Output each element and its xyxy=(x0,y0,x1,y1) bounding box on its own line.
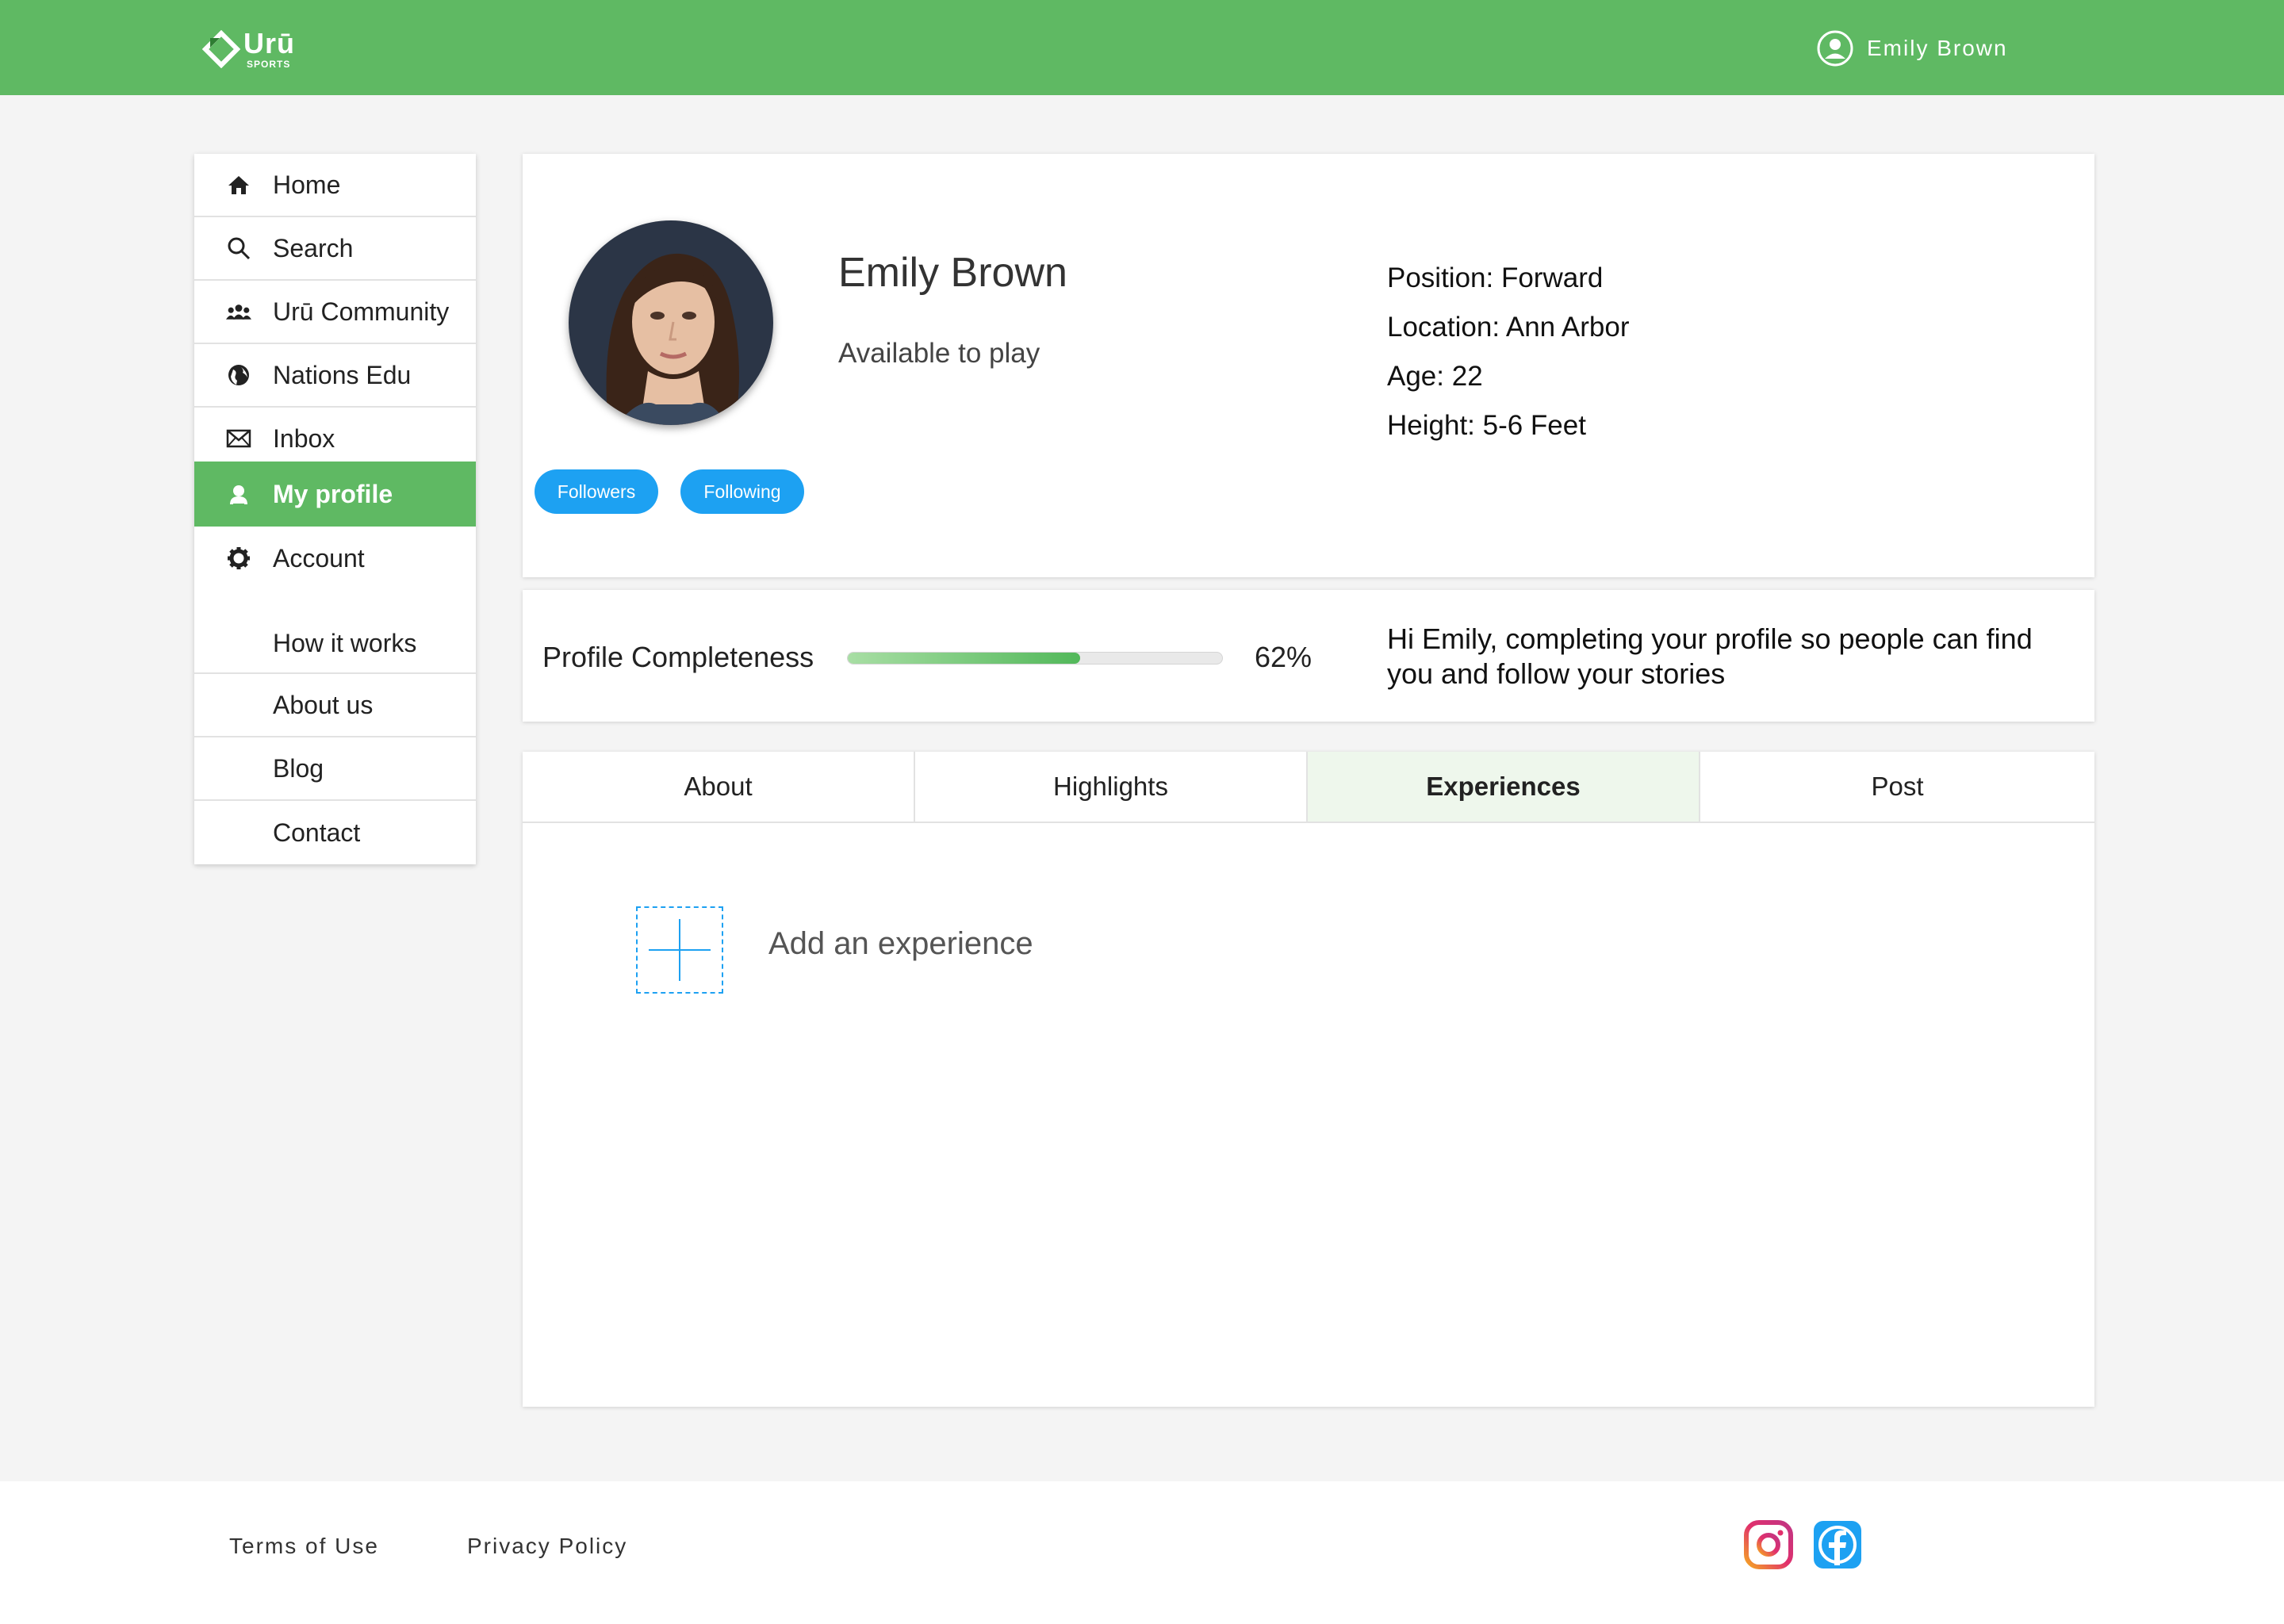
sidebar-item-label: Contact xyxy=(273,818,361,847)
sidebar-item-community[interactable]: Urū Community xyxy=(194,281,476,344)
top-header: Urū SPORTS Emily Brown xyxy=(0,0,2284,95)
sidebar-item-label: Urū Community xyxy=(273,297,450,326)
sidebar-item-account[interactable]: Account xyxy=(194,527,476,590)
profile-fact-location: Location: Ann Arbor xyxy=(1387,312,1630,343)
sidebar-item-label: Home xyxy=(273,170,341,199)
followers-button[interactable]: Followers xyxy=(535,469,658,514)
gear-icon xyxy=(226,546,251,571)
profile-name: Emily Brown xyxy=(838,250,1067,296)
home-icon xyxy=(226,172,251,197)
sidebar-item-home[interactable]: Home xyxy=(194,154,476,217)
page-footer: Terms of Use Privacy Policy xyxy=(0,1481,2284,1624)
search-icon xyxy=(226,236,251,261)
profile-status: Available to play xyxy=(838,338,1040,369)
sidebar-item-how-it-works[interactable]: How it works xyxy=(194,598,476,674)
facebook-icon[interactable] xyxy=(1812,1519,1863,1570)
sidebar-item-my-profile[interactable]: My profile xyxy=(194,462,476,527)
tab-post[interactable]: Post xyxy=(1700,752,2094,823)
sidebar-item-blog[interactable]: Blog xyxy=(194,737,476,801)
terms-link[interactable]: Terms of Use xyxy=(229,1534,379,1559)
profile-facts: Position: Forward Location: Ann Arbor Ag… xyxy=(1387,254,1630,450)
completeness-message: Hi Emily, completing your profile so peo… xyxy=(1387,622,2033,690)
sidebar-item-label: Blog xyxy=(273,753,324,783)
privacy-link[interactable]: Privacy Policy xyxy=(467,1534,627,1559)
sidebar-item-label: My profile xyxy=(273,479,393,508)
sidebar-item-search[interactable]: Search xyxy=(194,217,476,281)
logo-text: Urū xyxy=(243,27,295,59)
profile-fact-position: Position: Forward xyxy=(1387,262,1604,293)
add-experience-button[interactable] xyxy=(636,906,723,994)
sidebar-nav: Home Search Urū Community Nations Edu In… xyxy=(194,154,476,864)
sidebar-item-nations-edu[interactable]: Nations Edu xyxy=(194,344,476,408)
profile-card: Followers Following Emily Brown Availabl… xyxy=(523,154,2094,577)
community-icon xyxy=(226,299,251,324)
profile-fact-age: Age: 22 xyxy=(1387,361,1483,392)
globe-icon xyxy=(226,362,251,388)
sidebar-item-label: How it works xyxy=(273,628,417,657)
add-experience-label[interactable]: Add an experience xyxy=(768,926,1033,962)
tab-experiences[interactable]: Experiences xyxy=(1308,752,1700,823)
completeness-progress-fill xyxy=(848,653,1080,664)
sidebar-item-contact[interactable]: Contact xyxy=(194,801,476,864)
completeness-label: Profile Completeness xyxy=(542,641,814,673)
logo-mark-icon xyxy=(202,30,240,68)
envelope-icon xyxy=(226,426,251,451)
uru-sports-logo[interactable]: Urū SPORTS xyxy=(202,27,297,71)
tab-about[interactable]: About xyxy=(523,752,915,823)
sidebar-item-about-us[interactable]: About us xyxy=(194,674,476,737)
user-avatar-icon xyxy=(1817,30,1853,67)
completeness-percent: 62% xyxy=(1255,641,1313,673)
sidebar-item-label: Account xyxy=(273,543,365,573)
profile-tabs-card: About Highlights Experiences Post Add an… xyxy=(523,752,2094,1407)
sidebar-item-label: Nations Edu xyxy=(273,360,412,389)
tab-highlights[interactable]: Highlights xyxy=(915,752,1308,823)
profile-completeness-card: Profile Completeness 62% Hi Emily, compl… xyxy=(523,590,2094,722)
sidebar-item-label: Search xyxy=(273,233,354,262)
completeness-progress-bar xyxy=(847,652,1223,665)
instagram-icon[interactable] xyxy=(1743,1519,1794,1570)
user-menu[interactable]: Emily Brown xyxy=(1816,29,2008,68)
logo-subtext: SPORTS xyxy=(247,59,291,70)
profile-avatar xyxy=(569,220,773,425)
sidebar-item-label: Inbox xyxy=(273,423,335,453)
header-user-name: Emily Brown xyxy=(1867,36,2008,60)
following-button[interactable]: Following xyxy=(680,469,804,514)
sidebar-item-label: About us xyxy=(273,690,374,719)
user-icon xyxy=(226,481,251,507)
plus-icon xyxy=(649,919,711,981)
profile-fact-height: Height: 5-6 Feet xyxy=(1387,410,1586,441)
